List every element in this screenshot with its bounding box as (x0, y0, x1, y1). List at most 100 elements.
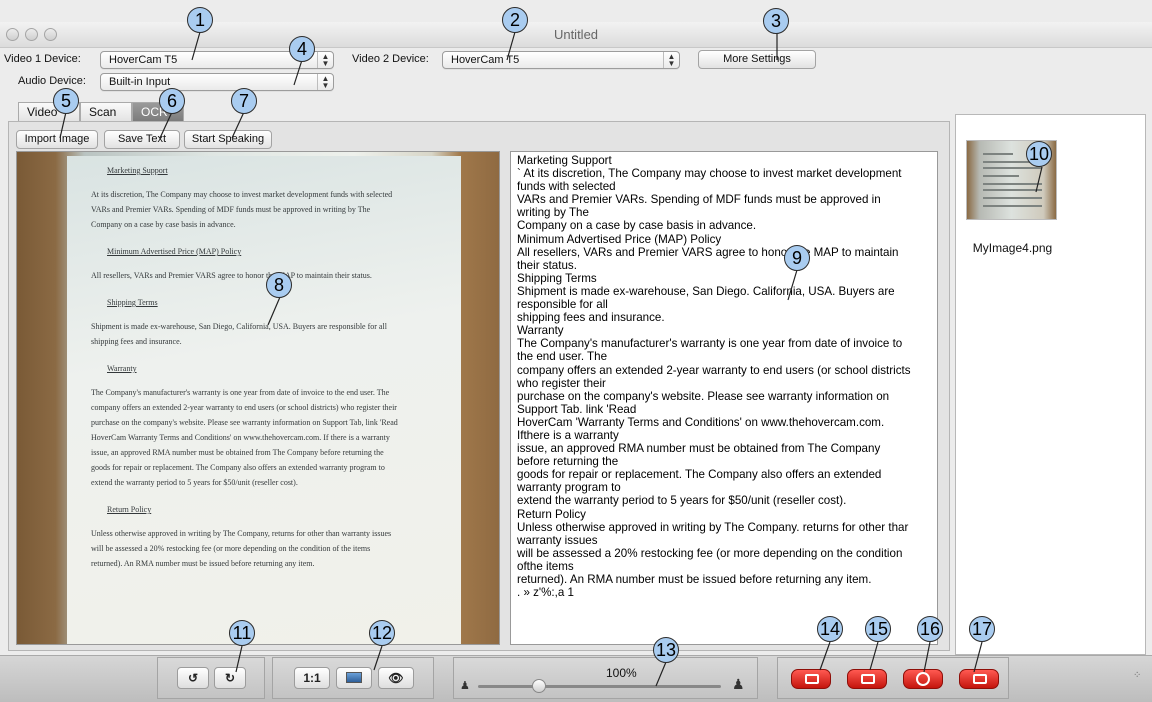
scan-text-line: HoverCam Warranty Terms and Conditions' … (91, 433, 390, 442)
rotate-left-button[interactable]: ↺ (177, 667, 209, 689)
thumbnail-filename: MyImage4.png (972, 241, 1053, 255)
ocr-text-line: Company on a case by case basis in advan… (517, 219, 757, 233)
callout-8: 8 (266, 272, 292, 298)
select-arrows-icon: ▲ ▼ (663, 52, 679, 68)
ocr-text-line: the end user. The (517, 350, 608, 364)
ocr-text-line: Shipping Terms (517, 271, 597, 285)
capture-button[interactable] (791, 669, 831, 689)
ocr-text-line: ofthe items (517, 559, 574, 573)
record-button[interactable] (903, 669, 943, 689)
callout-4: 4 (289, 36, 315, 62)
scan-text-line: extend the warranty period to 5 years fo… (91, 478, 298, 487)
video2-device-label: Video 2 Device: (352, 53, 429, 65)
ocr-text-line: ` At its discretion, The Company may cho… (517, 167, 902, 181)
scan-text-line: shipping fees and insurance. (91, 337, 182, 346)
frame-icon (973, 674, 987, 684)
callout-9: 9 (784, 245, 810, 271)
ocr-text-line: VARs and Premier VARs. Spending of MDF f… (517, 193, 881, 207)
ocr-text-line: who register their (517, 376, 606, 390)
scan-text-line: purchase on the company's website. Pleas… (91, 418, 398, 427)
scan-heading: Minimum Advertised Price (MAP) Policy (107, 247, 242, 256)
ocr-text-line: company offers an extended 2-year warran… (517, 363, 911, 377)
zoom-slider[interactable] (478, 685, 721, 688)
preview-button[interactable]: 👁 (378, 667, 414, 689)
tab-scan[interactable]: Scan (80, 102, 132, 122)
callout-12: 12 (369, 620, 395, 646)
callout-16: 16 (917, 616, 943, 642)
ocr-text-line: before returning the (517, 455, 619, 469)
select-arrows-icon: ▲ ▼ (317, 74, 333, 90)
title-bar: Untitled (0, 22, 1152, 48)
scan-heading: Marketing Support (107, 166, 168, 175)
zoom-out-icon: ♟ (460, 680, 470, 692)
callout-7: 7 (231, 88, 257, 114)
scan-heading: Return Policy (107, 505, 152, 514)
scanned-image-view[interactable]: Marketing Support At its discretion, The … (16, 151, 500, 645)
rotate-left-icon: ↺ (187, 671, 199, 685)
scan-heading: Shipping Terms (107, 298, 158, 307)
ocr-text-line: Return Policy (517, 507, 586, 521)
scan-text-line: company offers an extended 2-year warran… (91, 403, 397, 412)
select-arrows-icon: ▲ ▼ (317, 52, 333, 68)
ocr-text-line: Minimum Advertised Price (MAP) Policy (517, 232, 722, 246)
ocr-text-line: purchase on the company's website. Pleas… (517, 389, 890, 403)
ocr-text-line: extend the warranty period to 5 years fo… (517, 494, 847, 508)
scan-text-line: Shipment is made ex-warehouse, San Diego… (91, 322, 387, 331)
time-lapse-button[interactable] (959, 669, 999, 689)
ocr-text-line: Shipment is made ex-warehouse, San Diego… (517, 284, 895, 298)
callout-1: 1 (187, 7, 213, 33)
callout-14: 14 (817, 616, 843, 642)
ocr-text-line: Marketing Support (517, 154, 612, 167)
rotate-right-button[interactable]: ↻ (214, 667, 246, 689)
ocr-text-line: writing by The (517, 206, 589, 220)
eye-icon: 👁 (388, 671, 404, 685)
monitor-icon (346, 672, 362, 683)
audio-device-select[interactable]: Built-in Input ▲ ▼ (100, 73, 334, 91)
video1-device-value: HoverCam T5 (109, 54, 178, 66)
callout-11: 11 (229, 620, 255, 646)
ocr-text-area[interactable]: Marketing Support ` At its discretion, Th… (510, 151, 938, 645)
record-icon (916, 672, 930, 686)
grid-icon[interactable]: ⁘ (1133, 670, 1141, 681)
ocr-text-line: Warranty (517, 324, 564, 338)
camera-icon (805, 674, 819, 684)
import-image-button[interactable]: Import Image (16, 130, 98, 149)
scan-text-line: goods for repair or replacement. The Com… (91, 463, 385, 472)
ocr-text-line: warranty issues (517, 533, 598, 547)
scan-text-line: The Company's manufacturer's warranty is… (91, 388, 390, 397)
scan-text-line: At its discretion, The Company may choos… (91, 190, 393, 199)
burst-capture-button[interactable] (847, 669, 887, 689)
callout-3: 3 (763, 8, 789, 34)
ocr-text-line: issue, an approved RMA number must be ob… (517, 442, 881, 456)
window-title: Untitled (553, 27, 599, 42)
callout-6: 6 (159, 88, 185, 114)
ocr-text-line: their status. (517, 258, 577, 272)
scan-text-line: Unless otherwise approved in writing by … (91, 529, 392, 538)
fit-screen-button[interactable] (336, 667, 372, 689)
app-window: Untitled Video 1 Device: HoverCam T5 ▲ ▼ … (0, 0, 1152, 702)
start-speaking-button[interactable]: Start Speaking (184, 130, 272, 149)
video2-device-select[interactable]: HoverCam T5 ▲ ▼ (442, 51, 680, 69)
video1-device-label: Video 1 Device: (4, 53, 81, 65)
ocr-text-line: HoverCam 'Warranty Terms and Conditions'… (517, 415, 885, 429)
callout-13: 13 (653, 637, 679, 663)
ocr-text-line: Unless otherwise approved in writing by … (517, 520, 909, 534)
ocr-text-line: funds with selected (517, 180, 616, 194)
audio-device-label: Audio Device: (18, 75, 86, 87)
scan-text-line: issue, an approved RMA number must be ob… (91, 448, 384, 457)
stack-icon (861, 674, 875, 684)
ocr-text-line: Support Tab. link 'Read (517, 402, 637, 416)
scan-text-line: VARs and Premier VARs. Spending of MDF f… (91, 205, 371, 214)
zoom-slider-thumb[interactable] (531, 679, 546, 693)
ocr-text-line: responsible for all (517, 298, 608, 312)
more-settings-button[interactable]: More Settings (698, 50, 816, 69)
split-view-divider[interactable] (502, 151, 509, 645)
save-text-button[interactable]: Save Text (104, 130, 180, 149)
ocr-text-line: warranty program to (517, 481, 621, 495)
actual-size-button[interactable]: 1:1 (294, 667, 330, 689)
rotate-group (157, 657, 265, 699)
ocr-text-line: All resellers, VARs and Premier VARS agr… (517, 245, 899, 259)
scan-text-line: All resellers, VARs and Premier VARS agr… (91, 271, 372, 280)
ocr-text-line: will be assessed a 20% restocking fee (o… (517, 546, 903, 560)
callout-2: 2 (502, 7, 528, 33)
